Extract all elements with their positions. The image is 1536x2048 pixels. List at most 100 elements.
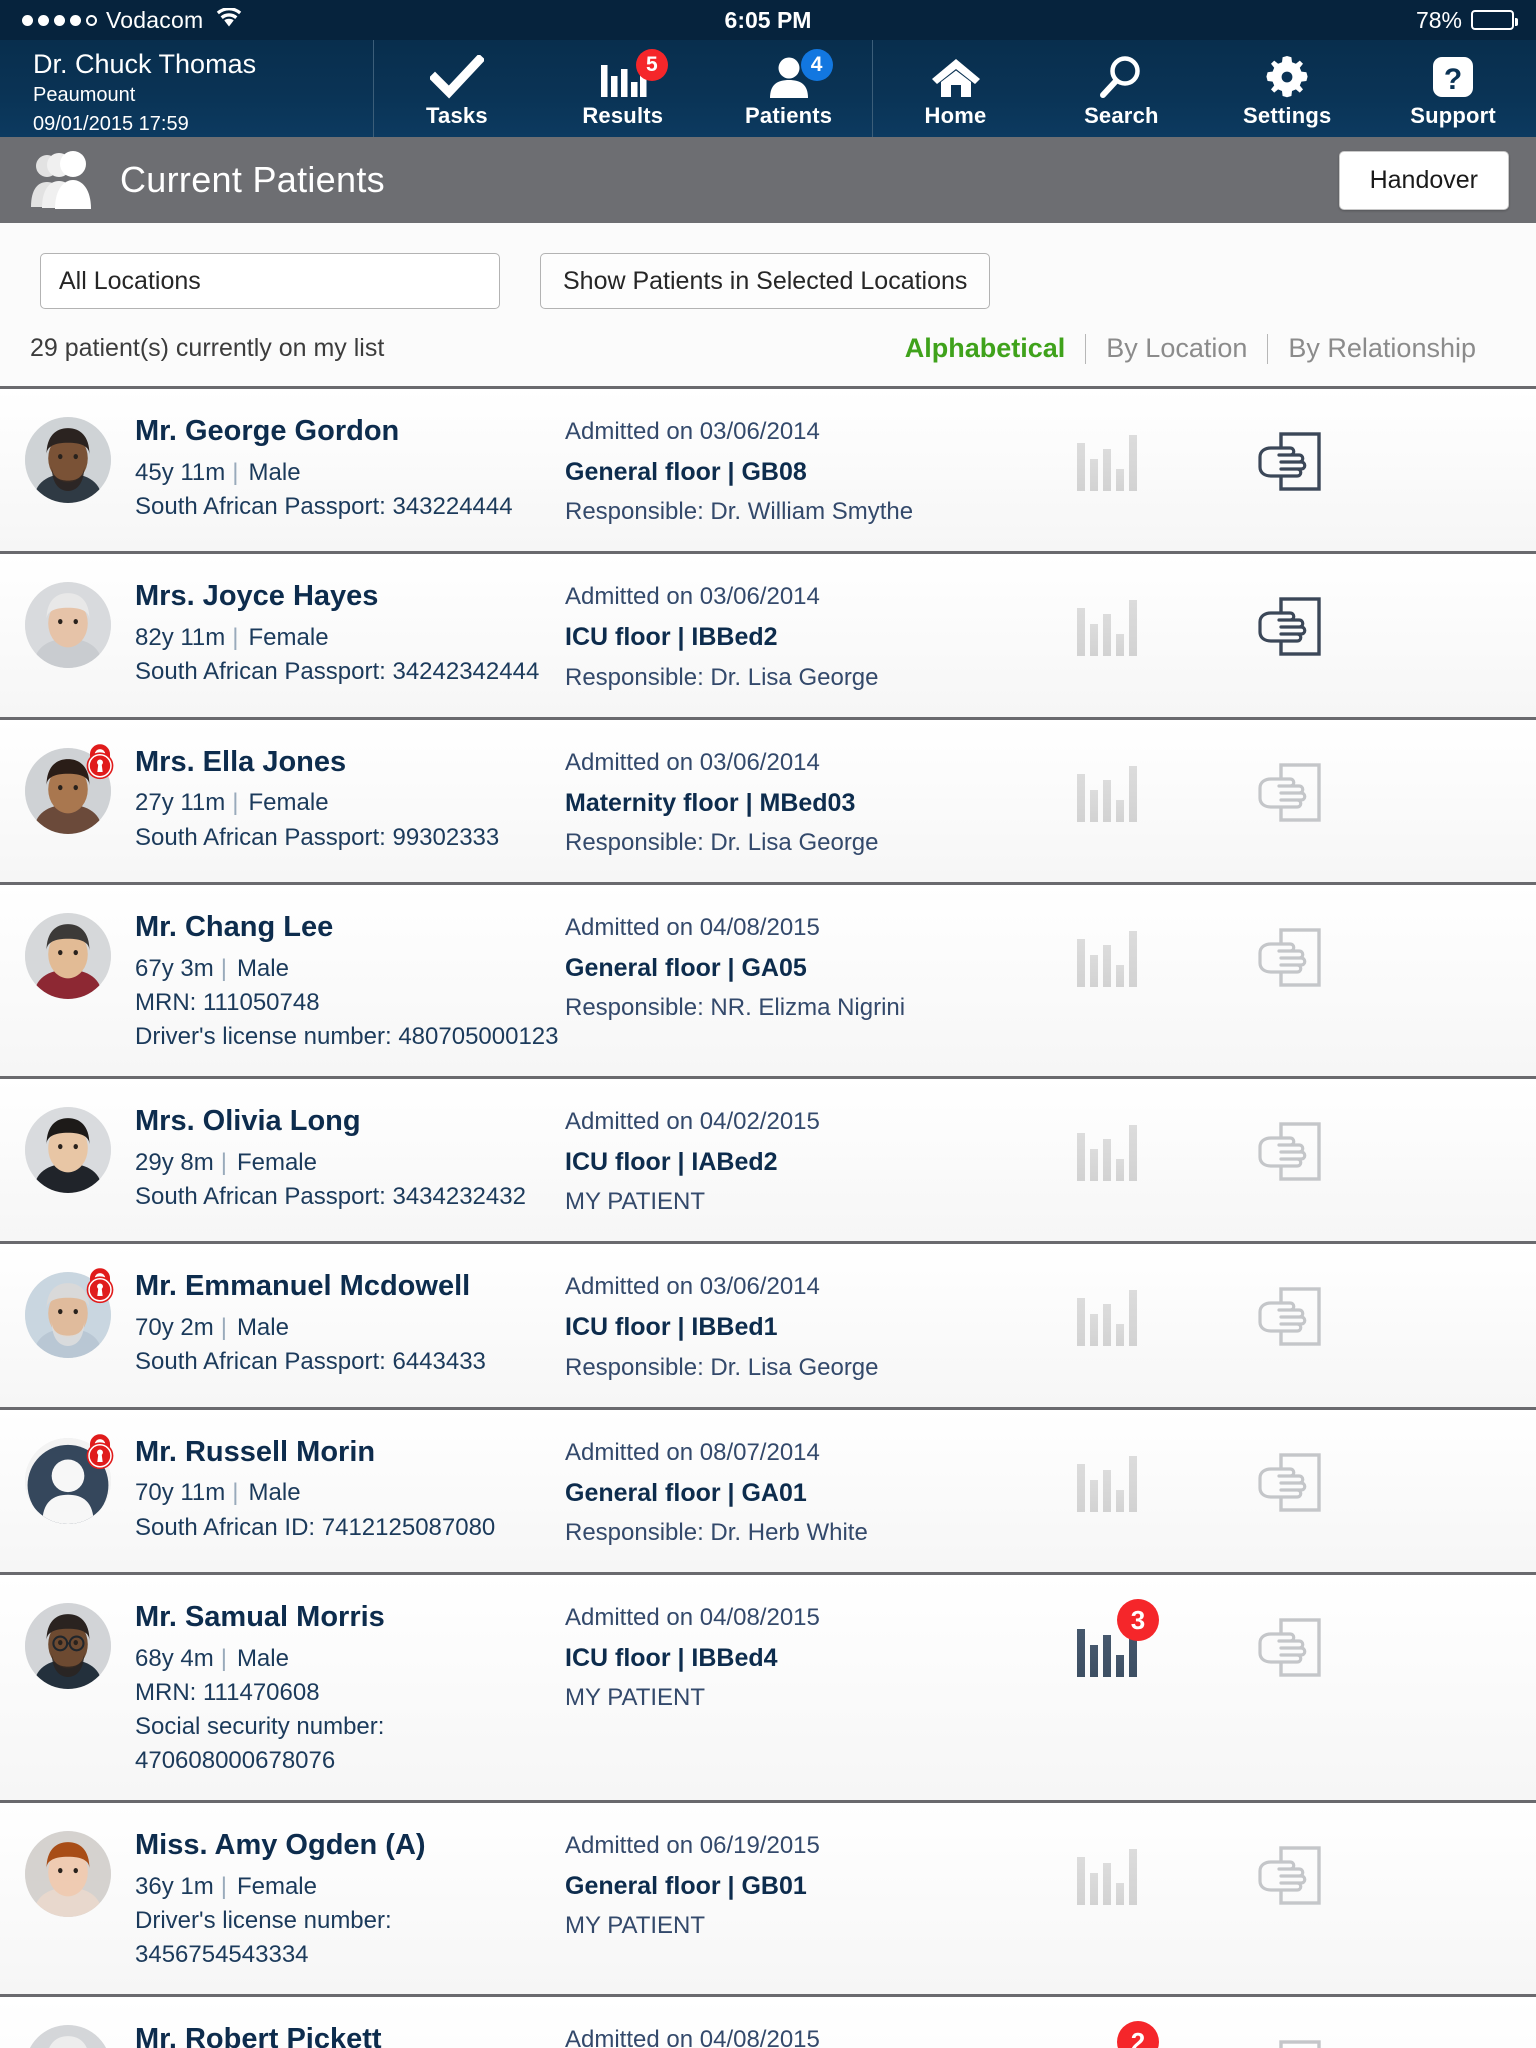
carrier-label: Vodacom (106, 6, 204, 33)
patient-handover-button[interactable] (1195, 429, 1385, 497)
nav-label-patients: Patients (745, 102, 833, 128)
patient-age: 70y 11m (135, 1479, 226, 1507)
question-mark-icon: ? (1430, 55, 1476, 99)
sort-by-relationship[interactable]: By Relationship (1268, 333, 1496, 364)
patient-identifier: Driver's license number: 3456754543334 (135, 1906, 392, 1969)
patient-demographics: 45y 11m | Male (135, 456, 565, 490)
patient-clinical-info: Admitted on 03/06/2014 ICU floor | IBBed1… (565, 1266, 1025, 1384)
patient-row[interactable]: Mr. Robert Pickett73y 5m|MaleMRN: 111030… (0, 1997, 1536, 2048)
patient-results-button[interactable]: 2 (1025, 2021, 1195, 2048)
patient-responsible: Responsible: Dr. Lisa George (565, 663, 879, 691)
results-badge: 5 (635, 48, 668, 81)
patient-row[interactable]: Mr. Russell Morin 70y 11m | Male South Afric… (0, 1409, 1536, 1576)
nav-items: Tasks 5 Results 4 Patients Home Search S… (374, 40, 1536, 137)
patient-row[interactable]: Mrs. Olivia Long 29y 8m | Female South Afric… (0, 1079, 1536, 1245)
patient-location: ICU floor | IABed2 (565, 1147, 778, 1176)
patient-location: General floor | GB08 (565, 457, 807, 486)
patient-results-button[interactable] (1025, 760, 1195, 826)
patient-gender: Male (248, 458, 301, 486)
svg-text:?: ? (1444, 63, 1462, 96)
patient-gender: Male (236, 954, 289, 982)
patient-info: Mr. Russell Morin 70y 11m | Male South Afric… (135, 1432, 565, 1545)
patient-location: General floor | GB01 (565, 1871, 807, 1900)
patient-avatar-cell (0, 1597, 135, 1690)
patient-row-actions: 2 (1025, 2019, 1536, 2048)
nav-item-results[interactable]: 5 Results (540, 40, 706, 137)
patient-avatar-cell (0, 907, 135, 1000)
patient-responsible: MY PATIENT (565, 1684, 706, 1712)
patient-row-actions (1025, 576, 1536, 662)
patient-name: Mrs. Joyce Hayes (135, 580, 379, 613)
patient-clinical-info: Admitted on 04/08/2015General floor | GA… (565, 2019, 1025, 2048)
nav-item-home[interactable]: Home (871, 40, 1039, 137)
patient-row[interactable]: Mr. Samual Morris 68y 4m | Male MRN: 1114706… (0, 1575, 1536, 1804)
avatar (24, 582, 111, 669)
patient-demographics: 68y 4m | Male (135, 1642, 565, 1676)
patient-demographics: 67y 3m | Male (135, 952, 565, 986)
patient-responsible: MY PATIENT (565, 1912, 706, 1940)
filter-row: All Locations Show Patients in Selected … (0, 253, 1536, 309)
show-patients-button[interactable]: Show Patients in Selected Locations (540, 253, 991, 309)
sort-by-location[interactable]: By Location (1086, 333, 1267, 364)
patient-demographics: 82y 11m | Female (135, 621, 565, 655)
avatar (24, 1603, 111, 1690)
patient-admitted-date: Admitted on 06/19/2015 (565, 1832, 820, 1860)
patient-name: Mrs. Olivia Long (135, 1105, 361, 1138)
patient-identifier: South African Passport: 3434232432 (135, 1182, 526, 1210)
nav-item-support[interactable]: ? Support (1370, 40, 1536, 137)
patient-clinical-info: Admitted on 03/06/2014 Maternity floor | … (565, 742, 1025, 860)
patient-avatar-cell (0, 2019, 135, 2048)
patient-results-button[interactable] (1025, 594, 1195, 660)
patient-info: Mr. George Gordon 45y 11m | Male South Afric… (135, 411, 565, 524)
patient-name: Mr. Robert Pickett (135, 2023, 382, 2048)
patient-age: 27y 11m (135, 789, 226, 817)
location-filter-select[interactable]: All Locations (40, 253, 500, 309)
patient-row[interactable]: Mrs. Joyce Hayes 82y 11m | Female South Afri… (0, 554, 1536, 720)
patient-info: Mrs. Ella Jones 27y 11m | Female South Afric… (135, 742, 565, 855)
patient-row[interactable]: Mr. Emmanuel Mcdowell 70y 2m | Male South Af… (0, 1244, 1536, 1410)
nav-item-search[interactable]: Search (1038, 40, 1204, 137)
signal-strength-icon (22, 14, 97, 26)
status-bar-right: 78% (1415, 6, 1518, 34)
patient-admitted-date: Admitted on 08/07/2014 (565, 1438, 820, 1466)
patient-info: Mr. Chang Lee 67y 3m | Male MRN: 111050748 Dr… (135, 907, 565, 1054)
nav-label-search: Search (1084, 102, 1159, 128)
patient-gender: Male (248, 1479, 301, 1507)
patient-row[interactable]: Miss. Amy Ogden (A) 36y 1m | Female Driver's… (0, 1803, 1536, 1998)
patient-results-button[interactable] (1025, 1284, 1195, 1350)
patient-results-button[interactable] (1025, 1843, 1195, 1909)
nav-user-block[interactable]: Dr. Chuck Thomas Peaumount 09/01/2015 17… (0, 40, 374, 137)
patient-results-button[interactable] (1025, 925, 1195, 991)
patient-row-actions (1025, 907, 1536, 993)
battery-percent-label: 78% (1415, 6, 1462, 33)
patient-identifier: South African Passport: 34242342444 (135, 658, 540, 686)
handover-button[interactable]: Handover (1338, 150, 1509, 210)
patient-row[interactable]: Mrs. Ella Jones 27y 11m | Female South Afric… (0, 719, 1536, 886)
patient-age: 82y 11m (135, 624, 226, 652)
nav-user-name: Dr. Chuck Thomas (33, 49, 257, 80)
sort-alphabetical[interactable]: Alphabetical (885, 333, 1086, 364)
patient-row[interactable]: Mr. Chang Lee 67y 3m | Male MRN: 111050748 Dr… (0, 885, 1536, 1080)
patient-responsible: Responsible: Dr. Lisa George (565, 829, 879, 857)
patient-clinical-info: Admitted on 03/06/2014 ICU floor | IBBed2… (565, 576, 1025, 694)
patient-gender: Female (236, 1148, 317, 1176)
patient-results-button[interactable] (1025, 429, 1195, 495)
avatar (24, 417, 111, 503)
nav-user-site: Peaumount (33, 83, 136, 106)
wifi-icon (216, 6, 242, 34)
patient-avatar-cell (0, 1101, 135, 1194)
nav-item-settings[interactable]: Settings (1204, 40, 1370, 137)
patient-results-button[interactable]: 3 (1025, 1599, 1195, 1681)
patient-results-button[interactable] (1025, 1119, 1195, 1185)
patient-location: ICU floor | IBBed1 (565, 1313, 778, 1342)
patient-admitted-date: Admitted on 04/08/2015 (565, 2026, 820, 2048)
patient-row[interactable]: Mr. George Gordon 45y 11m | Male South Afric… (0, 389, 1536, 555)
patient-results-button[interactable] (1025, 1450, 1195, 1516)
patient-count-label: 29 patient(s) currently on my list (30, 334, 385, 362)
patient-handover-button[interactable] (1195, 594, 1385, 662)
nav-item-tasks[interactable]: Tasks (374, 40, 540, 137)
patient-gender: Female (248, 624, 329, 652)
nav-item-patients[interactable]: 4 Patients (706, 40, 872, 137)
patient-info: Mrs. Joyce Hayes 82y 11m | Female South Afri… (135, 576, 565, 689)
patient-list: Mr. George Gordon 45y 11m | Male South Afric… (0, 389, 1536, 2048)
